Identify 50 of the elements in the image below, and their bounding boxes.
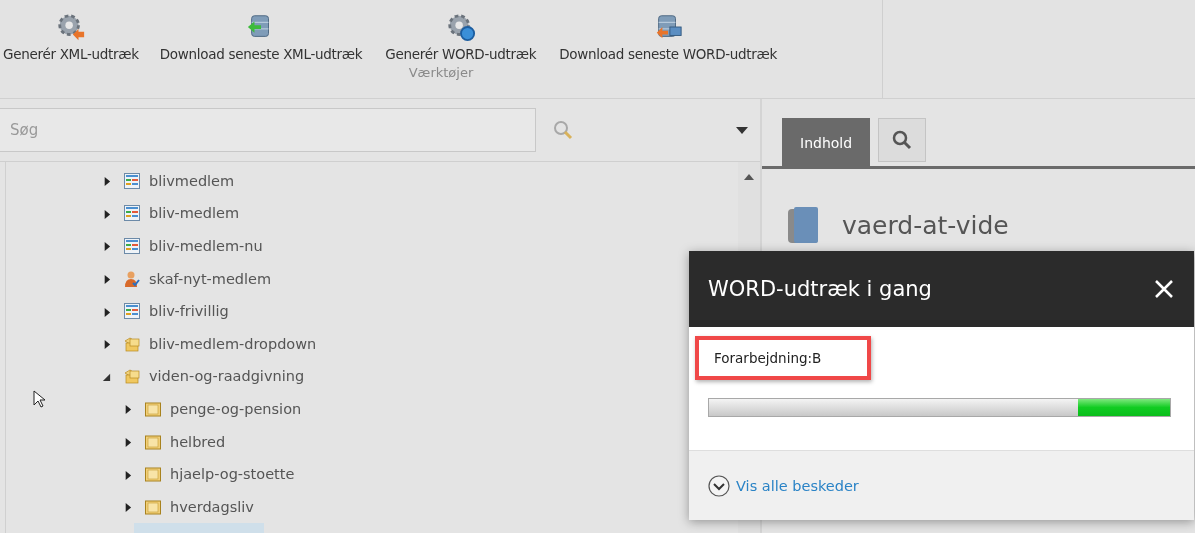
gear-icon xyxy=(445,12,476,42)
chevron-down-icon[interactable] xyxy=(708,474,730,497)
search-icon xyxy=(892,130,913,150)
tree-item[interactable]: bliv-frivillig xyxy=(149,303,229,320)
layout-icon xyxy=(124,172,140,189)
dialog-title: WORD-udtræk i gang xyxy=(708,277,932,301)
dropdown-caret-icon[interactable] xyxy=(736,126,748,134)
layout-icon xyxy=(124,205,140,222)
ribbon-button[interactable]: Generér WORD-udtræk xyxy=(378,12,553,62)
person-icon xyxy=(124,270,140,287)
folder-icon xyxy=(145,466,161,483)
book-icon xyxy=(788,207,818,243)
expand-arrow-icon[interactable] xyxy=(102,175,111,187)
scroll-up-icon[interactable] xyxy=(744,174,754,181)
tree-item[interactable]: blivmedlem xyxy=(149,172,235,189)
gear-icon xyxy=(55,12,86,42)
folder-icon xyxy=(145,498,161,515)
expand-arrow-icon[interactable] xyxy=(123,501,132,513)
expand-arrow-icon[interactable] xyxy=(102,273,111,285)
group-label: Værktøjer xyxy=(408,65,474,80)
ribbon-button[interactable]: Generér XML-udtræk xyxy=(0,12,153,62)
tree-item[interactable]: hjaelp-og-stoette xyxy=(170,466,295,483)
layout-icon xyxy=(124,303,140,320)
tree-item[interactable]: hverdagsliv xyxy=(170,498,254,515)
expand-arrow-icon[interactable] xyxy=(102,240,111,252)
layout-icon xyxy=(124,237,140,254)
tree-item[interactable]: bliv-medlem-dropdown xyxy=(149,335,317,352)
cursor-icon xyxy=(33,390,45,409)
tree-item[interactable]: skaf-nyt-medlem xyxy=(149,270,272,287)
content-tab[interactable]: Indhold xyxy=(782,118,871,168)
folder-icon xyxy=(145,400,161,417)
show-messages-link[interactable]: Vis alle beskeder xyxy=(736,477,859,494)
ribbon-button[interactable]: Download seneste WORD-udtræk xyxy=(552,12,785,62)
search-field[interactable]: Søg xyxy=(0,108,536,153)
expand-arrow-icon[interactable] xyxy=(123,436,132,447)
ribbon-button[interactable]: Download seneste XML-udtræk xyxy=(152,12,379,62)
tree-item[interactable]: viden-og-raadgivning xyxy=(149,368,305,385)
tree-item[interactable]: bliv-medlem xyxy=(149,205,239,222)
search-tab[interactable] xyxy=(878,118,927,162)
expand-arrow-icon[interactable] xyxy=(102,338,111,350)
folder-icon xyxy=(145,433,161,450)
folders-icon xyxy=(124,335,140,352)
status-message: Forarbejdning:B xyxy=(714,350,822,366)
tree-item[interactable]: bliv-medlem-nu xyxy=(149,237,263,254)
expand-arrow-icon[interactable] xyxy=(123,403,132,415)
tree-item[interactable]: helbred xyxy=(170,433,226,450)
tree-item[interactable]: penge-og-pension xyxy=(170,400,302,417)
close-icon[interactable] xyxy=(1154,279,1174,299)
item-title: vaerd-at-vide xyxy=(842,210,1009,240)
folders-icon xyxy=(124,368,140,385)
